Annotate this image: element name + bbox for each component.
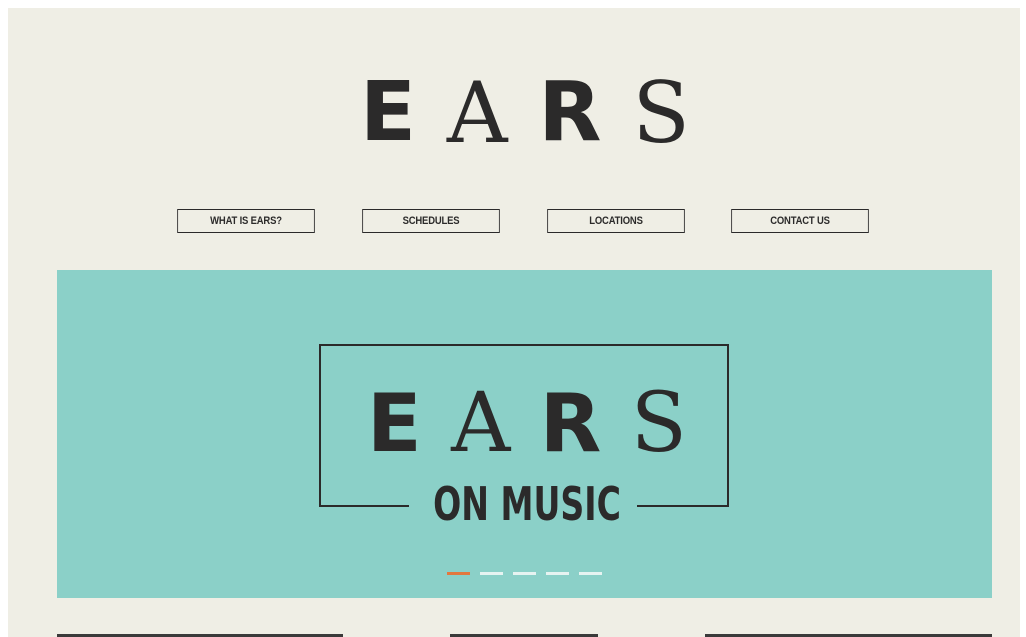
nav-contact-us[interactable]: CONTACT US bbox=[731, 209, 869, 233]
hero-frame-line-left bbox=[319, 505, 409, 507]
slider-dot-3[interactable] bbox=[513, 572, 536, 575]
main-nav: WHAT IS EARS? SCHEDULES LOCATIONS CONTAC… bbox=[166, 209, 882, 235]
nav-locations[interactable]: LOCATIONS bbox=[547, 209, 685, 233]
site-logo[interactable]: E A R S bbox=[360, 70, 690, 156]
logo-letter-r: R bbox=[538, 65, 602, 160]
hero-logo-letter-r: R bbox=[539, 377, 602, 470]
slider-dot-5[interactable] bbox=[579, 572, 602, 575]
slider-indicators bbox=[447, 572, 602, 575]
logo-letter-a: A bbox=[446, 64, 508, 162]
logo-letter-e: E bbox=[360, 65, 417, 160]
hero-logo-letter-a: A bbox=[451, 376, 511, 471]
slider-dot-4[interactable] bbox=[546, 572, 569, 575]
hero-logo-letter-s: S bbox=[630, 376, 687, 471]
nav-schedules[interactable]: SCHEDULES bbox=[362, 209, 500, 233]
nav-what-is-ears[interactable]: WHAT IS EARS? bbox=[177, 209, 315, 233]
logo-letter-s: S bbox=[632, 64, 690, 162]
hero-frame-line-right bbox=[637, 505, 729, 507]
hero-logo-letter-e: E bbox=[367, 377, 422, 470]
slider-dot-2[interactable] bbox=[480, 572, 503, 575]
hero-slider[interactable]: E A R S ON MUSIC bbox=[57, 270, 992, 598]
hero-subtitle: ON MUSIC bbox=[433, 477, 621, 531]
page: E A R S WHAT IS EARS? SCHEDULES LOCATION… bbox=[8, 8, 1020, 637]
slider-dot-1[interactable] bbox=[447, 572, 470, 575]
hero-logo: E A R S bbox=[367, 382, 687, 466]
